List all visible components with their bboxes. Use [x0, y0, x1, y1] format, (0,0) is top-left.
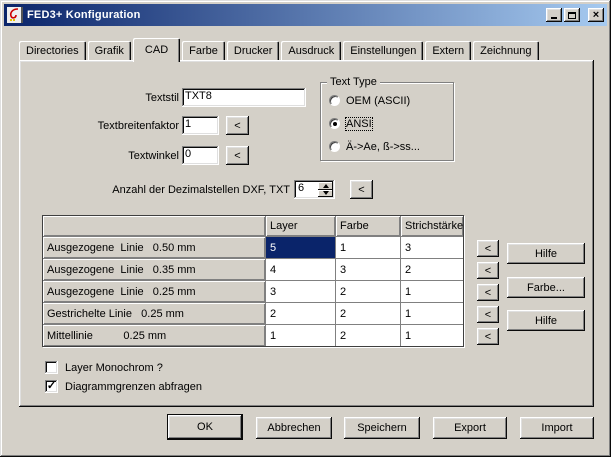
- row-label: Mittellinie 0.25 mm: [43, 325, 265, 346]
- tab-farbe[interactable]: Farbe: [182, 41, 225, 60]
- table-cell-selected[interactable]: 5: [266, 237, 335, 258]
- textwinkel-input[interactable]: 0: [182, 146, 219, 165]
- titlebar[interactable]: FED3+ Konfiguration ×: [4, 4, 607, 26]
- diagrammgrenzen-row: ✓ Diagrammgrenzen abfragen: [45, 380, 202, 393]
- line-settings-table: Layer Farbe Strichstärke Ausgezogene Lin…: [42, 215, 464, 347]
- tab-extern[interactable]: Extern: [425, 41, 472, 60]
- dialog-fed3-konfiguration: FED3+ Konfiguration × Directories Grafik…: [0, 0, 611, 457]
- abbrechen-button[interactable]: Abbrechen: [256, 417, 332, 439]
- table-cell[interactable]: 1: [266, 325, 335, 346]
- table-cell[interactable]: 3: [336, 259, 400, 280]
- tab-drucker[interactable]: Drucker: [226, 41, 280, 60]
- radio-umlaut-label: Ä->Ae, ß->ss...: [346, 140, 420, 153]
- diagrammgrenzen-checkbox[interactable]: ✓: [45, 380, 58, 393]
- farbe-button[interactable]: Farbe...: [507, 277, 585, 298]
- text-type-legend: Text Type: [327, 76, 380, 88]
- radio-row-oem[interactable]: OEM (ASCII): [329, 89, 453, 112]
- radio-oem[interactable]: [329, 95, 340, 106]
- maximize-button[interactable]: [564, 8, 580, 22]
- table-header-farbe: Farbe: [336, 216, 400, 236]
- hilfe-button-bottom[interactable]: Hilfe: [507, 310, 585, 331]
- tab-grafik[interactable]: Grafik: [87, 41, 131, 60]
- app-icon[interactable]: [7, 7, 23, 23]
- radio-ansi[interactable]: [329, 118, 340, 129]
- dezimalstellen-label: Anzahl der Dezimalstellen DXF, TXT: [112, 184, 290, 196]
- close-button[interactable]: ×: [588, 8, 604, 22]
- table-cell[interactable]: 1: [336, 237, 400, 258]
- table-cell[interactable]: 1: [401, 281, 463, 302]
- tab-content-pane: Textstil TXT8 Textbreitenfaktor 1 < Text…: [19, 60, 594, 407]
- diagrammgrenzen-label: Diagrammgrenzen abfragen: [65, 380, 202, 393]
- textwinkel-label: Textwinkel: [128, 150, 179, 162]
- radio-umlaut[interactable]: [329, 141, 340, 152]
- row-pick-button-4[interactable]: <: [477, 306, 499, 323]
- table-header-strichstaerke: Strichstärke: [401, 216, 463, 236]
- table-cell[interactable]: 1: [401, 325, 463, 346]
- row-label: Ausgezogene Linie 0.50 mm: [43, 237, 265, 258]
- tab-cad[interactable]: CAD: [132, 38, 181, 62]
- textbreitenfaktor-label: Textbreitenfaktor: [97, 120, 179, 132]
- row-pick-button-3[interactable]: <: [477, 284, 499, 301]
- textstil-label: Textstil: [145, 92, 179, 104]
- tab-einstellungen[interactable]: Einstellungen: [343, 41, 424, 60]
- row-label: Ausgezogene Linie 0.35 mm: [43, 259, 265, 280]
- table-cell[interactable]: 2: [401, 259, 463, 280]
- table-cell[interactable]: 1: [401, 303, 463, 324]
- speichern-button[interactable]: Speichern: [344, 417, 420, 439]
- table-cell[interactable]: 2: [266, 303, 335, 324]
- row-pick-button-5[interactable]: <: [477, 328, 499, 345]
- table-cell[interactable]: 3: [266, 281, 335, 302]
- minimize-button[interactable]: [546, 8, 562, 22]
- import-button[interactable]: Import: [520, 417, 594, 439]
- arrow-down-icon: [322, 191, 329, 196]
- row-pick-button-1[interactable]: <: [477, 240, 499, 257]
- window-title: FED3+ Konfiguration: [27, 9, 141, 21]
- layer-monochrom-row: Layer Monochrom ?: [45, 361, 163, 374]
- radio-row-ansi[interactable]: ANSI: [329, 112, 453, 135]
- dezimalstellen-pick-button[interactable]: <: [350, 180, 373, 199]
- dezimalstellen-spinner[interactable]: 6: [294, 180, 335, 199]
- table-cell[interactable]: 4: [266, 259, 335, 280]
- table-cell[interactable]: 2: [336, 281, 400, 302]
- table-header-layer: Layer: [266, 216, 335, 236]
- minimize-icon: [551, 17, 557, 19]
- textbreitenfaktor-pick-button[interactable]: <: [226, 116, 249, 135]
- tab-ausdruck[interactable]: Ausdruck: [281, 41, 342, 60]
- row-pick-button-2[interactable]: <: [477, 262, 499, 279]
- textstil-input[interactable]: TXT8: [182, 88, 306, 107]
- layer-monochrom-checkbox[interactable]: [45, 361, 58, 374]
- layer-monochrom-label: Layer Monochrom ?: [65, 361, 163, 374]
- table-cell[interactable]: 3: [401, 237, 463, 258]
- radio-ansi-label: ANSI: [345, 116, 373, 131]
- dezimalstellen-value[interactable]: 6: [294, 180, 318, 199]
- row-label: Gestrichelte Linie 0.25 mm: [43, 303, 265, 324]
- ok-button[interactable]: OK: [168, 415, 242, 439]
- table-header-blank: [43, 216, 265, 236]
- maximize-icon: [568, 11, 576, 19]
- spinner-up-button[interactable]: [318, 182, 333, 190]
- row-label: Ausgezogene Linie 0.25 mm: [43, 281, 265, 302]
- tab-bar: Directories Grafik CAD Farbe Drucker Aus…: [19, 38, 541, 62]
- radio-row-umlaut[interactable]: Ä->Ae, ß->ss...: [329, 135, 453, 158]
- textbreitenfaktor-input[interactable]: 1: [182, 116, 219, 135]
- radio-oem-label: OEM (ASCII): [346, 94, 411, 107]
- textwinkel-pick-button[interactable]: <: [226, 146, 249, 165]
- hilfe-button-top[interactable]: Hilfe: [507, 243, 585, 264]
- spinner-down-button[interactable]: [318, 189, 333, 197]
- table-cell[interactable]: 2: [336, 325, 400, 346]
- text-type-groupbox: Text Type OEM (ASCII) ANSI Ä->Ae, ß->ss.…: [320, 76, 454, 161]
- tab-directories[interactable]: Directories: [19, 41, 86, 60]
- export-button[interactable]: Export: [433, 417, 507, 439]
- tab-zeichnung[interactable]: Zeichnung: [473, 41, 539, 60]
- arrow-up-icon: [322, 183, 329, 188]
- close-icon: ×: [592, 8, 600, 21]
- table-cell[interactable]: 2: [336, 303, 400, 324]
